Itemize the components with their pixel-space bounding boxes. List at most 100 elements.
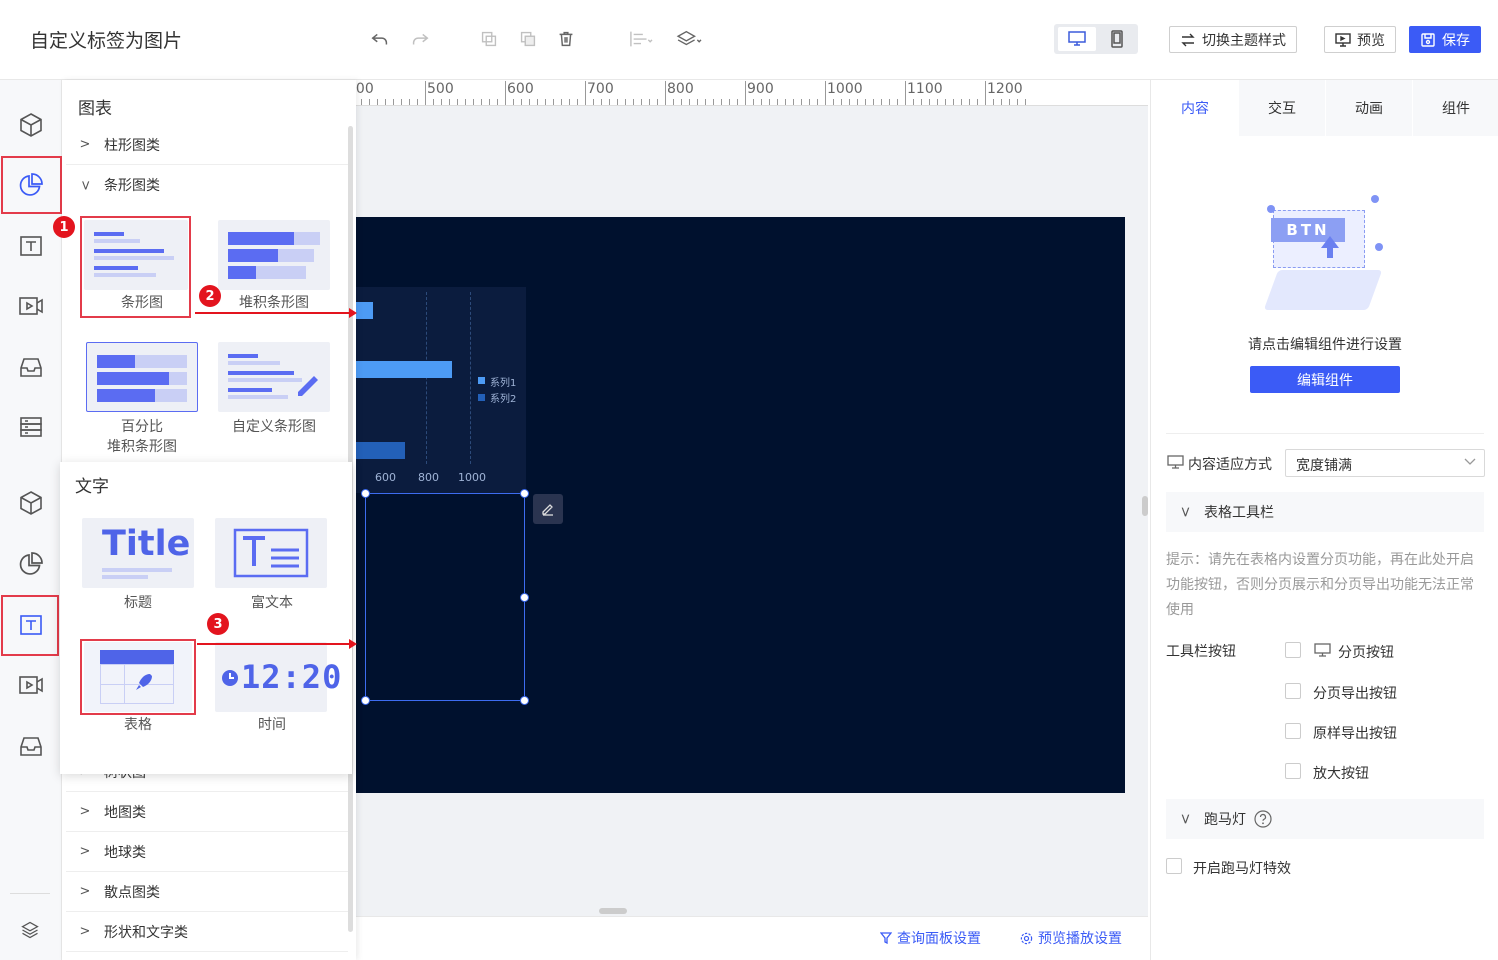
delete-icon[interactable]	[555, 28, 577, 50]
edit-component-button[interactable]: 编辑组件	[1250, 366, 1400, 393]
category-scatter-charts[interactable]: > 散点图类	[66, 872, 348, 912]
table-label: 表格	[124, 717, 152, 733]
ruler-tick	[825, 81, 826, 105]
save-label: 保存	[1442, 32, 1470, 49]
text-tool-icon[interactable]	[14, 229, 48, 263]
category-shape-text[interactable]: > 形状和文字类	[66, 912, 348, 952]
arrow-icon	[195, 308, 357, 318]
align-icon[interactable]	[626, 28, 656, 50]
switch-theme-label: 切换主题样式	[1202, 32, 1286, 49]
paste-icon[interactable]	[517, 28, 539, 50]
component-cube-icon[interactable]	[14, 108, 48, 142]
custom-bar-chart-thumbnail[interactable]	[218, 342, 330, 412]
canvas-scrollbar[interactable]	[1142, 496, 1148, 516]
canvas-hscrollbar[interactable]	[599, 908, 627, 914]
component-cube-icon[interactable]	[14, 486, 48, 520]
ruler-tick	[593, 99, 594, 105]
redo-icon[interactable]	[409, 28, 431, 50]
chart-bar	[355, 302, 373, 319]
rich-text-icon	[233, 528, 309, 578]
resize-handle[interactable]	[520, 696, 529, 705]
preview-label: 预览	[1357, 32, 1385, 49]
text-tool-icon[interactable]	[14, 608, 48, 642]
ruler-tick	[705, 99, 706, 105]
ruler-tick	[601, 99, 602, 105]
tab-content[interactable]: 内容	[1151, 80, 1238, 136]
resize-handle[interactable]	[520, 489, 529, 498]
layers-icon[interactable]	[18, 918, 42, 942]
ruler-tick	[881, 99, 882, 105]
chevron-right-icon: >	[79, 844, 91, 859]
switch-theme-button[interactable]: 切换主题样式	[1169, 26, 1297, 53]
top-toolbar: 自定义标签为图片 切换主题样式 预览 保存	[0, 0, 1498, 80]
highlight-box	[80, 639, 196, 715]
fit-mode-select[interactable]: 宽度铺满	[1285, 449, 1485, 477]
category-label: 柱形图类	[104, 137, 160, 154]
media-icon[interactable]	[14, 668, 48, 702]
ruler-tick	[417, 99, 418, 105]
time-thumbnail[interactable]: 12:20	[215, 642, 341, 712]
tab-interaction[interactable]: 交互	[1238, 80, 1325, 136]
grid-line	[426, 292, 427, 464]
bar-chart-widget[interactable]: 系列1 系列2 600 800 1000	[355, 287, 526, 493]
section-title: 表格工具栏	[1204, 505, 1274, 521]
section-table-toolbar[interactable]: > 表格工具栏	[1166, 492, 1484, 532]
selected-table-widget[interactable]	[361, 489, 529, 705]
category-bar-charts[interactable]: > 柱形图类	[66, 125, 348, 165]
ruler-tick	[1025, 99, 1026, 105]
ruler-tick	[481, 99, 482, 105]
option-page-export: 分页导出按钮	[1313, 686, 1397, 702]
resize-handle[interactable]	[520, 593, 529, 602]
fit-mode-label: 内容适应方式	[1188, 457, 1272, 473]
ruler-tick	[969, 99, 970, 105]
ruler-tick	[977, 99, 978, 105]
edit-widget-icon[interactable]	[533, 494, 563, 524]
category-globe-charts[interactable]: > 地球类	[66, 832, 348, 872]
section-marquee[interactable]: > 跑马灯	[1166, 799, 1484, 839]
ruler-tick	[721, 99, 722, 105]
copy-icon[interactable]	[478, 28, 500, 50]
category-label: 散点图类	[104, 884, 160, 901]
checkbox-pagination[interactable]	[1285, 642, 1301, 658]
checkbox-original-export[interactable]	[1285, 723, 1301, 739]
media-icon[interactable]	[14, 289, 48, 323]
preview-playback-settings-link[interactable]: 预览播放设置	[1020, 928, 1122, 948]
ruler-label: 700	[587, 81, 614, 97]
checkbox-page-export[interactable]	[1285, 683, 1301, 699]
title-thumbnail[interactable]: Title	[82, 518, 194, 588]
chart-bar	[355, 361, 452, 378]
category-map-charts[interactable]: > 地图类	[66, 792, 348, 832]
resize-handle[interactable]	[361, 489, 370, 498]
ruler-tick	[913, 99, 914, 105]
query-panel-settings-link[interactable]: 查询面板设置	[880, 928, 981, 948]
category-strip-charts[interactable]: > 条形图类	[66, 165, 348, 205]
desktop-view-icon[interactable]	[1058, 27, 1096, 51]
stacked-bar-chart-thumbnail[interactable]	[218, 220, 330, 290]
save-button[interactable]: 保存	[1409, 26, 1481, 53]
undo-icon[interactable]	[369, 28, 391, 50]
resize-handle[interactable]	[361, 696, 370, 705]
preview-button[interactable]: 预览	[1324, 26, 1396, 53]
checkbox-marquee[interactable]	[1166, 858, 1182, 874]
ruler-tick	[817, 99, 818, 105]
tab-components[interactable]: 组件	[1412, 80, 1498, 136]
chart-pie-icon[interactable]	[14, 547, 48, 581]
option-zoom: 放大按钮	[1313, 766, 1369, 782]
ruler-tick	[545, 99, 546, 105]
percent-stacked-bar-thumbnail[interactable]	[86, 342, 198, 412]
inbox-icon[interactable]	[14, 729, 48, 763]
rich-text-thumbnail[interactable]	[215, 518, 327, 588]
layer-order-icon[interactable]	[674, 28, 706, 50]
ruler-tick	[657, 99, 658, 105]
chart-pie-icon[interactable]	[14, 168, 48, 202]
query-panel-settings-label: 查询面板设置	[897, 931, 981, 947]
ruler-label: 1100	[907, 81, 943, 97]
ruler-tick	[953, 99, 954, 105]
ruler-tick	[425, 81, 426, 105]
checkbox-zoom[interactable]	[1285, 763, 1301, 779]
tab-animation[interactable]: 动画	[1325, 80, 1412, 136]
inbox-icon[interactable]	[14, 350, 48, 384]
server-icon[interactable]	[14, 410, 48, 444]
mobile-view-icon[interactable]	[1100, 27, 1134, 51]
ruler-tick	[369, 99, 370, 105]
